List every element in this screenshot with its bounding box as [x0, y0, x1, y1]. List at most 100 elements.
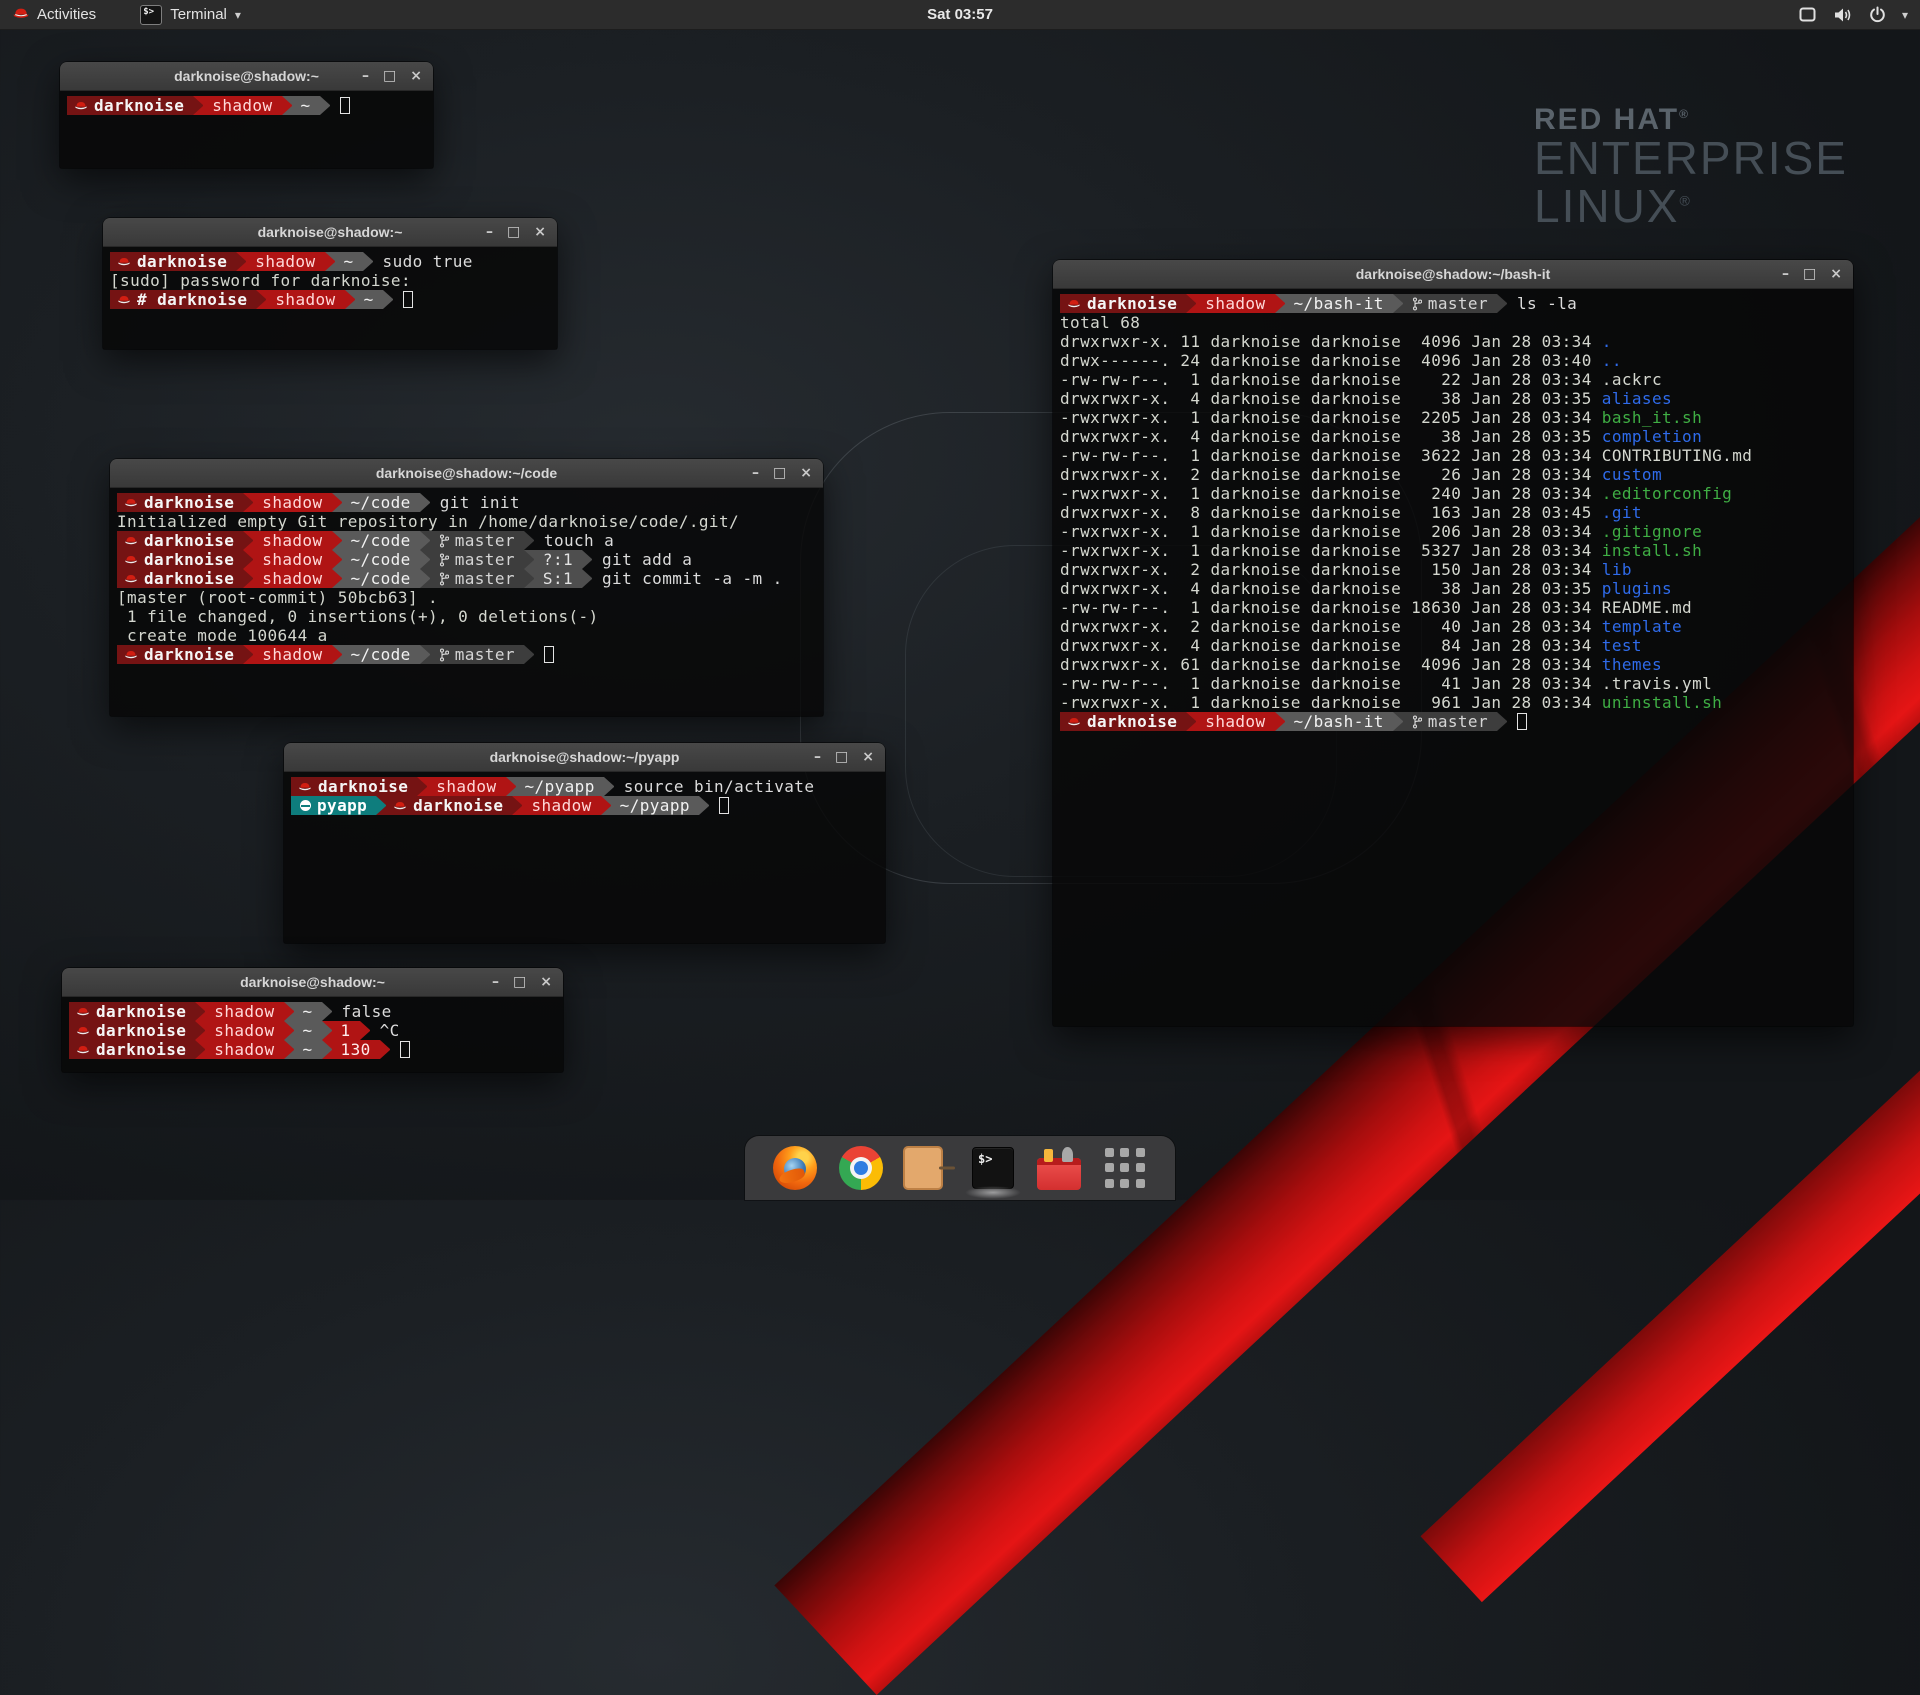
window-titlebar[interactable]: darknoise@shadow:~ –□ × [103, 218, 557, 247]
terminal-app-icon: $> [140, 5, 162, 25]
files-icon [903, 1146, 943, 1190]
terminal-body[interactable]: darknoiseshadow~sudo true[sudo] password… [103, 247, 557, 349]
output-text: 1 file changed, 0 insertions(+), 0 delet… [117, 607, 599, 626]
file-name: aliases [1602, 389, 1672, 408]
redhat-prompt-icon [124, 573, 138, 584]
app-menu-terminal[interactable]: $> Terminal ▾ [130, 0, 251, 29]
window-title: darknoise@shadow:~ [258, 224, 403, 240]
close-button[interactable]: × [534, 225, 546, 239]
redhat-prompt-icon [74, 100, 88, 111]
powerline-separator-icon [332, 531, 342, 550]
file-name: README.md [1602, 598, 1692, 617]
powerline-separator-icon [195, 1002, 205, 1021]
window-titlebar[interactable]: darknoise@shadow:~–□× [62, 968, 563, 997]
dock-item-files[interactable] [903, 1144, 951, 1192]
prompt-segment-user: darknoise [69, 1002, 195, 1021]
command-text: git commit -a -m . [602, 569, 783, 588]
clock[interactable]: Sat 03:57 [927, 6, 993, 23]
command-text: git init [440, 493, 520, 512]
terminal-app-icon-glyph: $> [143, 7, 154, 17]
terminal-body[interactable]: darknoise shadow ~/code git initInitialized… [110, 488, 823, 716]
terminal-line: Initialized empty Git repository in /hom… [117, 512, 823, 531]
minimize-button[interactable]: – [362, 69, 369, 83]
power-icon [1869, 6, 1886, 23]
close-button[interactable]: × [410, 69, 422, 83]
file-name: CONTRIBUTING.md [1602, 446, 1753, 465]
window-controls: –□ × [752, 459, 812, 487]
terminal-line: darknoiseshadow~/codemaster [117, 645, 823, 664]
powerline-separator-icon [284, 1002, 294, 1021]
maximize-button[interactable]: □ [773, 466, 786, 480]
prompt-segment-host: shadow [205, 1021, 283, 1040]
prompt-segment-path: ~/pyapp [516, 777, 604, 796]
terminal-line: darknoiseshadow~/pyappsource bin/activat… [291, 777, 885, 796]
window-titlebar[interactable]: darknoise@shadow:~/pyapp–□× [284, 743, 885, 772]
system-status-area[interactable]: ▾ [1798, 0, 1908, 29]
terminal-window[interactable]: darknoise@shadow:~–□×darknoiseshadow~sud… [103, 218, 557, 349]
prompt-segment-user: darknoise [117, 531, 243, 550]
app-grid-dot [1120, 1163, 1129, 1172]
close-button[interactable]: × [862, 750, 874, 764]
terminal-line: darknoiseshadow~/bash-itmaster [1060, 712, 1853, 731]
dock-item-toolbox[interactable] [1035, 1144, 1083, 1192]
prompt-segment-path: ~/code [342, 645, 420, 664]
window-controls: –□ × [814, 743, 874, 771]
dock-item-chrome[interactable] [837, 1144, 885, 1192]
terminal-body[interactable]: darknoiseshadow~falsedarknoiseshadow~1^C… [62, 997, 563, 1072]
ls-columns: -rw-rw-r--. 1 darknoise darknoise 22 Jan… [1060, 370, 1602, 389]
prompt-segment-user: darknoise [117, 645, 243, 664]
window-titlebar[interactable]: darknoise@shadow:~/code–□× [110, 459, 823, 488]
brand-line-enterprise: ENTERPRISE [1534, 135, 1848, 183]
terminal-window[interactable]: darknoise@shadow:~/code–□×darknoiseshado… [110, 459, 823, 716]
ls-columns: drwxrwxr-x. 2 darknoise darknoise 150 Ja… [1060, 560, 1602, 579]
minimize-button[interactable]: – [486, 225, 493, 239]
dock-item-firefox[interactable] [771, 1144, 819, 1192]
maximize-button[interactable]: □ [383, 69, 396, 83]
terminal-line: -rwxrwxr-x. 1 darknoise darknoise 206 Ja… [1060, 522, 1853, 541]
dock-item-terminal[interactable]: $> [969, 1144, 1017, 1192]
minimize-button[interactable]: – [752, 466, 759, 480]
powerline-separator-icon [282, 96, 292, 115]
terminal-line: darknoiseshadow~/codemastertouch a [117, 531, 823, 550]
terminal-window[interactable]: darknoise@shadow:~/pyapp–□×darknoiseshad… [284, 743, 885, 943]
close-button[interactable]: × [1830, 267, 1842, 281]
close-button[interactable]: × [540, 975, 552, 989]
prompt-segment-user: darknoise [1060, 294, 1186, 313]
minimize-button[interactable]: – [1782, 267, 1789, 281]
dock-item-app-grid[interactable] [1101, 1144, 1149, 1192]
maximize-button[interactable]: □ [513, 975, 526, 989]
prompt-segment-host: shadow [246, 252, 324, 271]
powerline-separator-icon [601, 796, 611, 815]
prompt-segment-path: ~ [335, 252, 363, 271]
ls-columns: -rw-rw-r--. 1 darknoise darknoise 3622 J… [1060, 446, 1602, 465]
terminal-body[interactable]: darknoiseshadow~ [60, 91, 433, 168]
powerline-separator-icon [417, 777, 427, 796]
terminal-window[interactable]: darknoise@shadow:~/bash-it–□×darknoisesh… [1053, 260, 1853, 1026]
powerline-separator-icon [524, 569, 534, 588]
terminal-body[interactable]: darknoiseshadow~/bash-itmasterls -latota… [1053, 289, 1853, 1026]
command-text: git add a [602, 550, 692, 569]
maximize-button[interactable]: □ [835, 750, 848, 764]
maximize-button[interactable]: □ [507, 225, 520, 239]
ls-columns: drwxrwxr-x. 61 darknoise darknoise 4096 … [1060, 655, 1602, 674]
output-text: Initialized empty Git repository in /hom… [117, 512, 739, 531]
powerline-separator-icon [1186, 712, 1196, 731]
prompt-segment-path: ~ [294, 1002, 322, 1021]
prompt-segment-host: shadow [266, 290, 344, 309]
maximize-button[interactable]: □ [1803, 267, 1816, 281]
prompt-segment-exit: 130 [332, 1040, 380, 1059]
terminal-line: -rwxrwxr-x. 1 darknoise darknoise 5327 J… [1060, 541, 1853, 560]
minimize-button[interactable]: – [492, 975, 499, 989]
activities-button[interactable]: Activities [0, 0, 108, 29]
terminal-body[interactable]: darknoiseshadow~/pyappsource bin/activat… [284, 772, 885, 943]
window-titlebar[interactable]: darknoise@shadow:~–□× [60, 62, 433, 91]
terminal-line: -rwxrwxr-x. 1 darknoise darknoise 240 Ja… [1060, 484, 1853, 503]
terminal-window[interactable]: darknoise@shadow:~–□×darknoiseshadow~ [60, 62, 433, 168]
prompt-segment-host: shadow [253, 550, 331, 569]
minimize-button[interactable]: – [814, 750, 821, 764]
prompt-segment-git: master [430, 645, 524, 664]
window-titlebar[interactable]: darknoise@shadow:~/bash-it–□× [1053, 260, 1853, 289]
terminal-window[interactable]: darknoise@shadow:~–□×darknoiseshadow~fal… [62, 968, 563, 1072]
close-button[interactable]: × [800, 466, 812, 480]
git-branch-icon [1412, 297, 1422, 311]
